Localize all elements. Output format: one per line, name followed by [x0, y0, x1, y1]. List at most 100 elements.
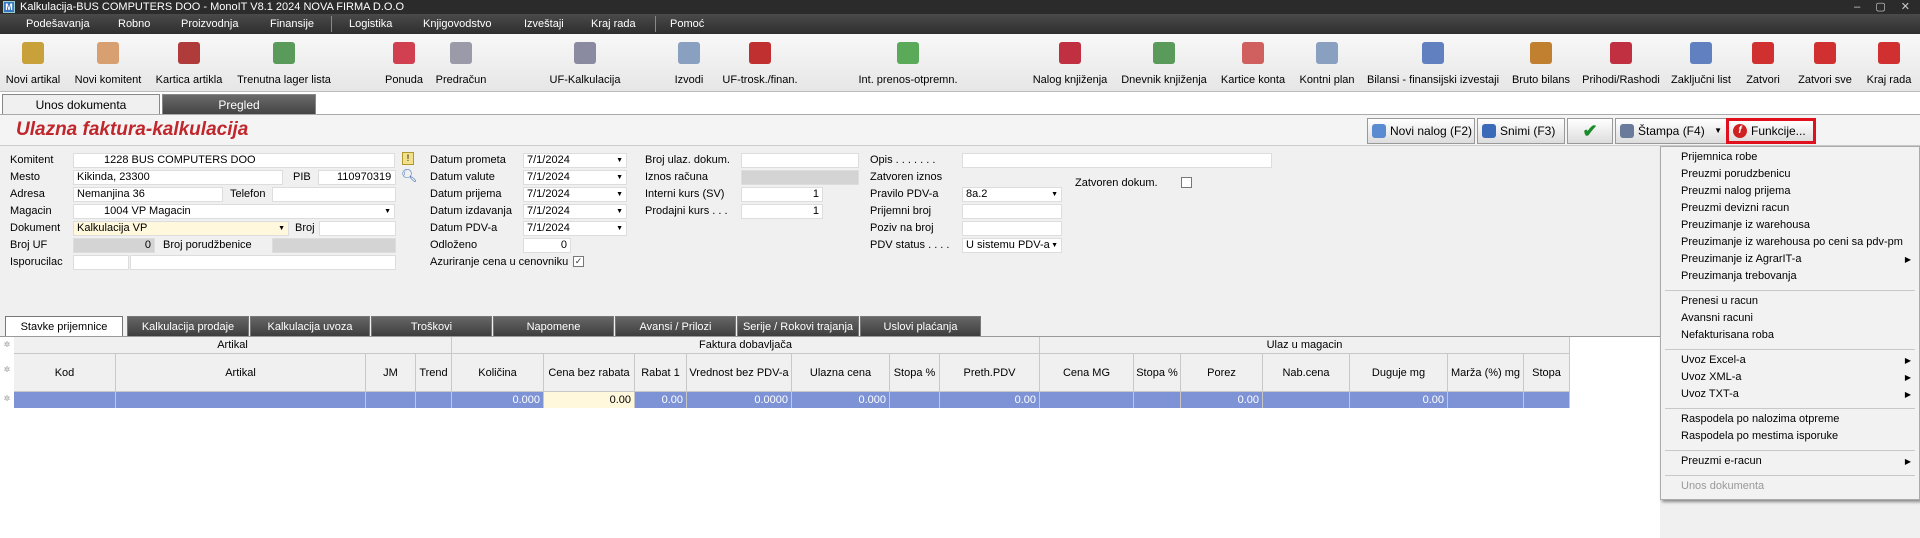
grid-column-header[interactable]: Artikal	[116, 354, 366, 392]
datum-prijema-field[interactable]: 7/1/2024 ▼	[523, 187, 627, 202]
functions-menu-item[interactable]: Preuzimanje iz AgrarIT-a	[1681, 253, 1801, 265]
grid-cell[interactable]: 0.00	[544, 392, 635, 408]
toolbar-button-3[interactable]: Trenutna lager lista	[237, 34, 331, 92]
datum-pdv-field[interactable]: 7/1/2024 ▼	[523, 221, 627, 236]
menu-item-2[interactable]: Proizvodnja	[181, 14, 238, 34]
subtab-3[interactable]: Troškovi	[371, 316, 492, 336]
chevron-down-icon[interactable]: ▼	[1051, 188, 1058, 201]
datum-prometa-field[interactable]: 7/1/2024 ▼	[523, 153, 627, 168]
toolbar-button-0[interactable]: Novi artikal	[3, 34, 63, 92]
chevron-down-icon[interactable]: ▼	[616, 171, 623, 184]
search-icon[interactable]: 🔍︎	[401, 168, 418, 184]
grid-cell[interactable]: 0.000	[792, 392, 890, 408]
isporucilac-name-field[interactable]	[130, 255, 396, 270]
functions-menu-item[interactable]: Preuzimanje iz warehousa	[1681, 219, 1810, 231]
confirm-button[interactable]: ✔	[1567, 118, 1613, 144]
toolbar-button-1[interactable]: Novi komitent	[75, 34, 141, 92]
functions-menu-item[interactable]: Preuzmi e-racun	[1681, 455, 1762, 467]
toolbar-button-7[interactable]: Izvodi	[659, 34, 719, 92]
grid-cell[interactable]	[1263, 392, 1350, 408]
broj-ulaz-field[interactable]	[741, 153, 859, 168]
grid-column-header[interactable]: Duguje mg	[1350, 354, 1448, 392]
grid-cell[interactable]	[1448, 392, 1524, 408]
functions-menu-item[interactable]: Uvoz TXT-a	[1681, 388, 1739, 400]
broj-field[interactable]	[319, 221, 396, 236]
toolbar-button-18[interactable]: Zatvori	[1733, 34, 1793, 92]
functions-menu-item[interactable]: Preuzimanje iz warehousa po ceni sa pdv-…	[1681, 236, 1903, 248]
isporucilac-code-field[interactable]	[73, 255, 129, 270]
functions-menu-item[interactable]: Avansni racuni	[1681, 312, 1753, 324]
grid-column-header[interactable]: Preth.PDV	[940, 354, 1040, 392]
komitent-field[interactable]: 1228 BUS COMPUTERS DOO	[73, 153, 395, 168]
adresa-field[interactable]: Nemanjina 36	[73, 187, 223, 202]
grid-column-header[interactable]: Stopa %	[890, 354, 940, 392]
grid-column-header[interactable]: Rabat 1	[635, 354, 687, 392]
functions-menu-item[interactable]: Uvoz Excel-a	[1681, 354, 1746, 366]
grid-cell[interactable]	[1040, 392, 1134, 408]
print-button[interactable]: Štampa (F4) ▼	[1615, 118, 1727, 144]
functions-menu-item[interactable]: Nefakturisana roba	[1681, 329, 1774, 341]
grid-column-header[interactable]: Trend	[416, 354, 452, 392]
grid-cell[interactable]: 0.00	[1181, 392, 1263, 408]
odlozeno-field[interactable]: 0	[523, 238, 571, 253]
toolbar-button-11[interactable]: Dnevnik knjiženja	[1121, 34, 1207, 92]
telefon-field[interactable]	[272, 187, 396, 202]
pdv-status-select[interactable]: U sistemu PDV-a ▼	[962, 238, 1062, 253]
datum-izdavanja-field[interactable]: 7/1/2024 ▼	[523, 204, 627, 219]
menu-item-6[interactable]: Izveštaji	[524, 14, 564, 34]
mesto-field[interactable]: Kikinda, 23300	[73, 170, 283, 185]
save-button[interactable]: Snimi (F3)	[1477, 118, 1565, 144]
grid-cell[interactable]	[366, 392, 416, 408]
grid-column-header[interactable]: Porez	[1181, 354, 1263, 392]
menu-item-7[interactable]: Kraj rada	[591, 14, 636, 34]
functions-menu-item[interactable]: Raspodela po mestima isporuke	[1681, 430, 1838, 442]
toolbar-button-4[interactable]: Ponuda	[374, 34, 434, 92]
toolbar-button-14[interactable]: Bilansi - finansijski izvestaji	[1367, 34, 1499, 92]
functions-menu-item[interactable]: Prijemnica robe	[1681, 151, 1757, 163]
functions-menu-item[interactable]: Uvoz XML-a	[1681, 371, 1742, 383]
chevron-down-icon[interactable]: ▼	[278, 222, 285, 235]
pravilo-pdv-select[interactable]: 8a.2 ▼	[962, 187, 1062, 202]
menu-item-0[interactable]: Podešavanja	[26, 14, 90, 34]
subtab-2[interactable]: Kalkulacija uvoza	[250, 316, 370, 336]
chevron-down-icon[interactable]: ▼	[616, 222, 623, 235]
grid-column-header[interactable]: Ulazna cena	[792, 354, 890, 392]
grid-cell[interactable]	[14, 392, 116, 408]
grid-cell[interactable]	[416, 392, 452, 408]
broj-uf-field[interactable]: 0	[73, 238, 155, 253]
broj-porudzbenice-field[interactable]	[272, 238, 396, 253]
menu-item-8[interactable]: Pomoć	[670, 14, 704, 34]
subtab-1[interactable]: Kalkulacija prodaje	[127, 316, 249, 336]
grid-cell[interactable]: 0.00	[940, 392, 1040, 408]
subtab-7[interactable]: Uslovi plaćanja	[860, 316, 981, 336]
client-info-icon[interactable]: !	[402, 152, 414, 165]
opis-field[interactable]	[962, 153, 1272, 168]
iznos-racuna-field[interactable]	[741, 170, 859, 185]
toolbar-button-5[interactable]: Predračun	[431, 34, 491, 92]
grid-cell[interactable]: 0.00	[635, 392, 687, 408]
subtab-0[interactable]: Stavke prijemnice	[5, 316, 123, 336]
grid-cell[interactable]	[890, 392, 940, 408]
subtab-4[interactable]: Napomene	[493, 316, 614, 336]
grid-cell[interactable]: 0.0000	[687, 392, 792, 408]
functions-menu-item[interactable]: Raspodela po nalozima otpreme	[1681, 413, 1839, 425]
pib-field[interactable]: 110970319	[318, 170, 396, 185]
grid-cell[interactable]	[1524, 392, 1570, 408]
functions-menu-item[interactable]: Preuzmi porudzbenicu	[1681, 168, 1790, 180]
dokument-select[interactable]: Kalkulacija VP ▼	[73, 221, 289, 236]
new-order-button[interactable]: Novi nalog (F2)	[1367, 118, 1475, 144]
toolbar-button-13[interactable]: Kontni plan	[1297, 34, 1357, 92]
tab-review[interactable]: Pregled	[162, 94, 316, 114]
grid-cell[interactable]	[1134, 392, 1181, 408]
azuriranje-checkbox[interactable]: ✓	[573, 256, 584, 267]
grid-column-header[interactable]: Cena bez rabata	[544, 354, 635, 392]
grid-cell[interactable]	[116, 392, 366, 408]
grid-column-header[interactable]: Cena MG	[1040, 354, 1134, 392]
menu-item-1[interactable]: Robno	[118, 14, 150, 34]
toolbar-button-12[interactable]: Kartice konta	[1221, 34, 1285, 92]
zatvoren-dokum-checkbox[interactable]	[1181, 177, 1192, 188]
toolbar-button-6[interactable]: UF-Kalkulacija	[550, 34, 620, 92]
toolbar-button-20[interactable]: Kraj rada	[1859, 34, 1919, 92]
subtab-5[interactable]: Avansi / Prilozi	[615, 316, 736, 336]
functions-menu-item[interactable]: Preuzmi devizni racun	[1681, 202, 1789, 214]
